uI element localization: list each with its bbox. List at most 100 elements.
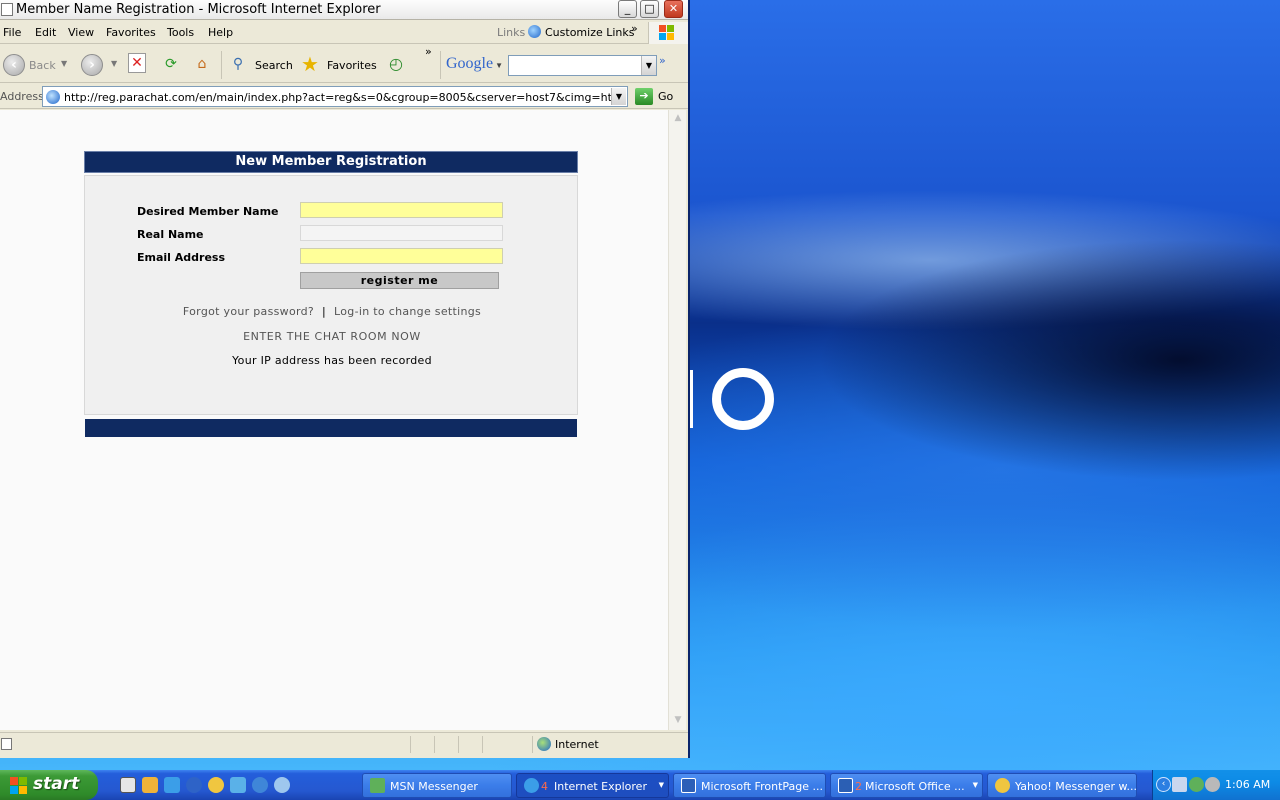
google-more-chevron[interactable]: » bbox=[659, 54, 666, 67]
email-input[interactable] bbox=[300, 248, 503, 264]
status-separator bbox=[532, 736, 533, 753]
vertical-scrollbar[interactable]: ▲ ▼ bbox=[668, 110, 686, 730]
ie-quicklaunch-icon[interactable] bbox=[164, 777, 180, 793]
status-separator bbox=[434, 736, 435, 753]
favorites-label[interactable]: Favorites bbox=[327, 59, 377, 72]
enter-chat-link[interactable]: ENTER THE CHAT ROOM NOW bbox=[85, 330, 579, 343]
media-player-icon[interactable] bbox=[186, 777, 202, 793]
page-globe-icon bbox=[46, 90, 60, 104]
task-label: Internet Explorer bbox=[554, 780, 647, 793]
chevron-down-icon: ▼ bbox=[972, 781, 978, 789]
toolbar-more-chevron[interactable]: » bbox=[425, 45, 432, 58]
minimize-button[interactable]: _ bbox=[618, 0, 637, 18]
menu-file[interactable]: File bbox=[3, 26, 21, 39]
address-bar: Address http://reg.parachat.com/en/main/… bbox=[0, 84, 688, 109]
close-button[interactable]: ✕ bbox=[664, 0, 683, 18]
ie-page-icon bbox=[1, 3, 13, 16]
go-button-label[interactable]: Go bbox=[658, 90, 673, 103]
menu-help[interactable]: Help bbox=[208, 26, 233, 39]
messenger-tray-icon[interactable] bbox=[1189, 777, 1204, 792]
registration-header: New Member Registration bbox=[84, 151, 578, 173]
task-label: Microsoft FrontPage ... bbox=[701, 780, 823, 793]
home-icon[interactable]: ⌂ bbox=[191, 53, 213, 75]
maximize-button[interactable]: □ bbox=[640, 0, 659, 18]
menu-edit[interactable]: Edit bbox=[35, 26, 56, 39]
menu-tools[interactable]: Tools bbox=[167, 26, 194, 39]
links-more-chevron[interactable]: » bbox=[631, 22, 638, 35]
task-frontpage[interactable]: Microsoft FrontPage ... bbox=[673, 773, 826, 798]
address-url[interactable]: http://reg.parachat.com/en/main/index.ph… bbox=[64, 91, 612, 104]
search-quicklaunch-icon[interactable] bbox=[230, 777, 246, 793]
go-arrow-icon[interactable]: ➔ bbox=[635, 88, 653, 105]
google-search-dropdown-icon[interactable]: ▼ bbox=[641, 56, 656, 75]
help-icon[interactable] bbox=[274, 777, 290, 793]
login-settings-link[interactable]: Log-in to change settings bbox=[334, 305, 481, 318]
forgot-password-link[interactable]: Forgot your password? bbox=[183, 305, 314, 318]
member-name-input[interactable] bbox=[300, 202, 503, 218]
windows-logo-icon bbox=[10, 777, 28, 794]
yahoo-messenger-icon bbox=[995, 778, 1010, 793]
register-button[interactable]: register me bbox=[300, 272, 499, 289]
address-label: Address bbox=[0, 90, 44, 103]
browser-window: Member Name Registration - Microsoft Int… bbox=[0, 0, 690, 758]
status-separator bbox=[458, 736, 459, 753]
status-bar: Internet bbox=[0, 732, 688, 756]
menu-view[interactable]: View bbox=[68, 26, 94, 39]
start-button[interactable]: start bbox=[0, 770, 98, 800]
registration-form: Desired Member Name Real Name Email Addr… bbox=[84, 175, 578, 415]
search-icon[interactable]: ⚲ bbox=[227, 53, 249, 75]
page-content: New Member Registration Desired Member N… bbox=[0, 110, 668, 730]
email-label: Email Address bbox=[137, 251, 226, 264]
windows-flag-icon bbox=[648, 22, 688, 44]
links-label: Links bbox=[497, 26, 526, 39]
word-icon bbox=[838, 778, 853, 793]
task-msn-messenger[interactable]: MSN Messenger bbox=[362, 773, 512, 798]
registration-footer-bar bbox=[85, 419, 577, 437]
volume-icon[interactable] bbox=[1205, 777, 1220, 792]
back-arrow-icon[interactable]: ‹ bbox=[3, 54, 25, 76]
refresh-icon[interactable]: ⟳ bbox=[160, 53, 182, 75]
chevron-down-icon: ▼ bbox=[658, 781, 664, 789]
task-count: 4 bbox=[541, 780, 548, 793]
ip-recorded-notice: Your IP address has been recorded bbox=[232, 354, 432, 367]
toolbar-separator bbox=[221, 51, 222, 79]
outlook-icon[interactable] bbox=[142, 777, 158, 793]
show-hidden-icons-chevron-icon[interactable]: ‹ bbox=[1156, 777, 1171, 792]
task-yahoo-messenger[interactable]: Yahoo! Messenger w... bbox=[987, 773, 1137, 798]
messenger-icon[interactable] bbox=[208, 777, 224, 793]
search-label[interactable]: Search bbox=[255, 59, 293, 72]
member-name-label: Desired Member Name bbox=[137, 205, 279, 218]
browser-quicklaunch-icon[interactable] bbox=[252, 777, 268, 793]
clock[interactable]: 1:06 AM bbox=[1225, 778, 1270, 791]
customize-links[interactable]: Customize Links bbox=[528, 25, 635, 39]
favorites-star-icon[interactable]: ★ bbox=[299, 53, 321, 75]
address-dropdown-icon[interactable]: ▼ bbox=[611, 88, 626, 105]
forward-dropdown-icon[interactable]: ▼ bbox=[111, 59, 117, 68]
task-internet-explorer[interactable]: 4 Internet Explorer ▼ bbox=[516, 773, 669, 798]
forward-arrow-icon[interactable]: › bbox=[81, 54, 103, 76]
real-name-label: Real Name bbox=[137, 228, 204, 241]
network-icon[interactable] bbox=[1172, 777, 1187, 792]
show-desktop-icon[interactable] bbox=[120, 777, 136, 793]
google-search-input[interactable] bbox=[508, 55, 657, 76]
back-label[interactable]: Back bbox=[29, 59, 56, 72]
google-logo[interactable]: Google ▼ bbox=[446, 55, 503, 73]
back-dropdown-icon[interactable]: ▼ bbox=[61, 59, 67, 68]
registration-panel: New Member Registration Desired Member N… bbox=[84, 151, 578, 437]
stop-icon[interactable]: ✕ bbox=[128, 53, 146, 73]
title-bar[interactable]: Member Name Registration - Microsoft Int… bbox=[0, 0, 688, 20]
address-field[interactable]: http://reg.parachat.com/en/main/index.ph… bbox=[42, 86, 628, 107]
frontpage-icon bbox=[681, 778, 696, 793]
toolbar-separator bbox=[440, 51, 441, 79]
history-icon[interactable]: ◴ bbox=[385, 53, 407, 75]
task-microsoft-office[interactable]: 2 Microsoft Office ... ▼ bbox=[830, 773, 983, 798]
menu-bar: File Edit View Favorites Tools Help Link… bbox=[0, 22, 688, 44]
status-separator bbox=[482, 736, 483, 753]
page-status-icon bbox=[1, 738, 12, 750]
standard-toolbar: ‹ Back ▼ › ▼ ✕ ⟳ ⌂ ⚲ Search ★ Favorites … bbox=[0, 45, 688, 83]
taskbar: start MSN Messenger 4 Internet Explorer … bbox=[0, 770, 1280, 800]
scroll-up-icon[interactable]: ▲ bbox=[670, 110, 686, 126]
menu-favorites[interactable]: Favorites bbox=[106, 26, 156, 39]
scroll-down-icon[interactable]: ▼ bbox=[670, 712, 686, 728]
real-name-input[interactable] bbox=[300, 225, 503, 241]
